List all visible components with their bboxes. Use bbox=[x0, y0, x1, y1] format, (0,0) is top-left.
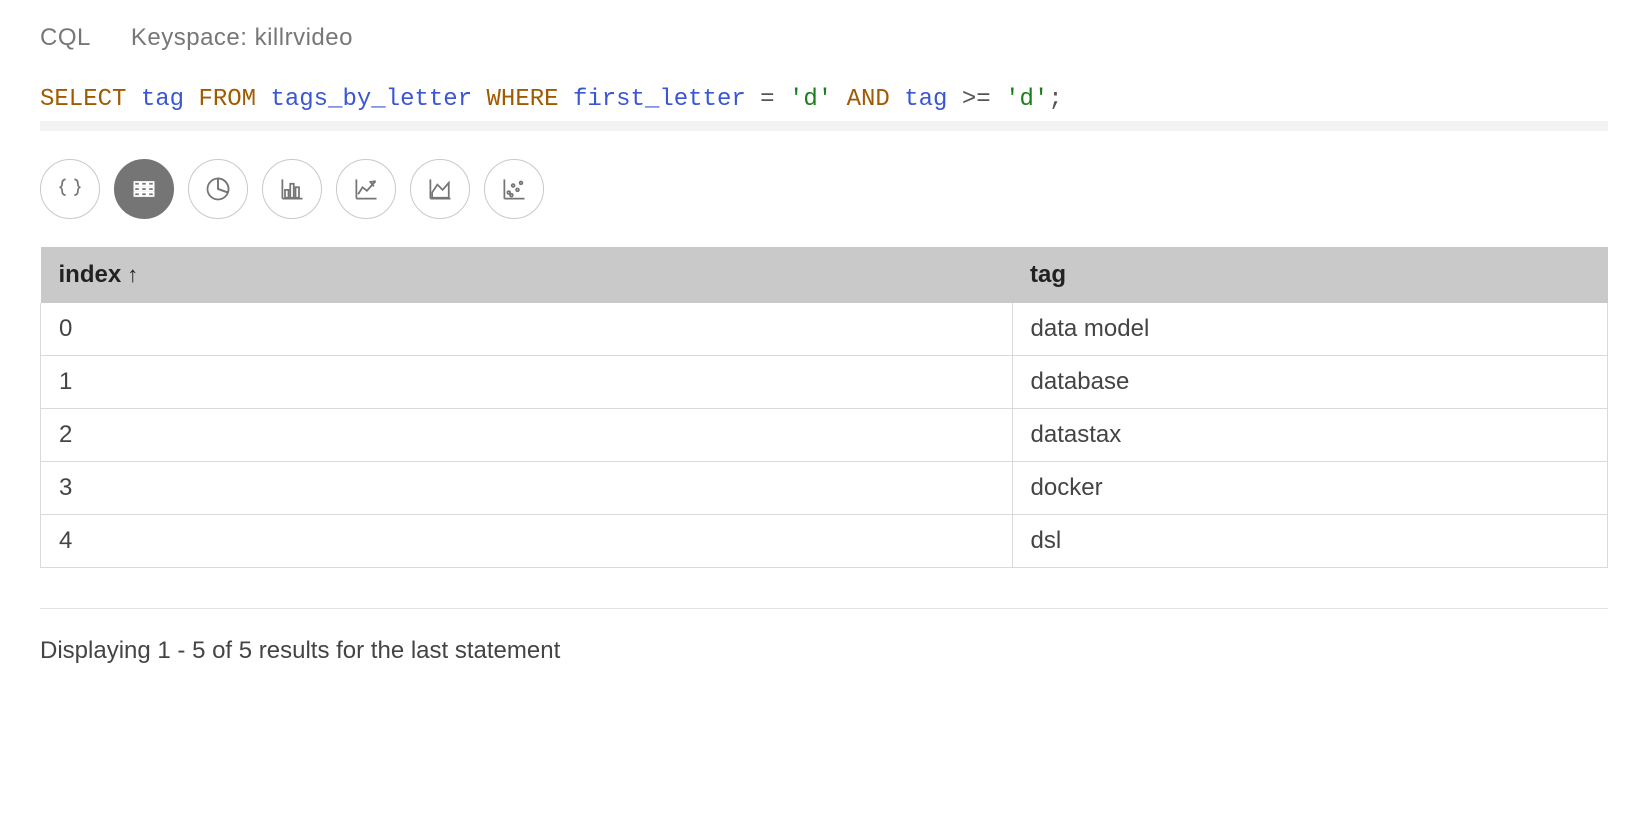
results-table: index↑ tag 0data model1database2datastax3… bbox=[40, 247, 1608, 568]
query-token bbox=[256, 86, 270, 113]
query-token bbox=[890, 86, 904, 113]
column-header-index[interactable]: index↑ bbox=[41, 247, 1013, 303]
cell-tag: docker bbox=[1012, 462, 1607, 515]
cell-tag: data model bbox=[1012, 303, 1607, 356]
query-token: AND bbox=[847, 86, 890, 113]
table-row: 1database bbox=[41, 356, 1608, 409]
table-row: 2datastax bbox=[41, 409, 1608, 462]
query-token bbox=[947, 86, 961, 113]
query-token bbox=[746, 86, 760, 113]
header-bar: CQL Keyspace: killrvideo bbox=[40, 24, 1608, 52]
cql-query[interactable]: SELECT tag FROM tags_by_letter WHERE fir… bbox=[40, 80, 1608, 131]
query-token: first_letter bbox=[573, 86, 746, 113]
cell-index: 2 bbox=[41, 409, 1013, 462]
results-status: Displaying 1 - 5 of 5 results for the la… bbox=[40, 637, 1608, 665]
scatter-chart-icon bbox=[500, 175, 528, 203]
query-token: FROM bbox=[198, 86, 256, 113]
column-label: index bbox=[59, 261, 122, 288]
cell-index: 1 bbox=[41, 356, 1013, 409]
result-view-switcher bbox=[40, 159, 1608, 219]
query-token: = bbox=[760, 86, 774, 113]
query-token bbox=[991, 86, 1005, 113]
line-chart-icon bbox=[352, 175, 380, 203]
cell-index: 0 bbox=[41, 303, 1013, 356]
query-token: tags_by_letter bbox=[270, 86, 472, 113]
query-token: tag bbox=[904, 86, 947, 113]
table-grid-icon bbox=[130, 175, 158, 203]
bar-chart-button[interactable] bbox=[262, 159, 322, 219]
pie-chart-button[interactable] bbox=[188, 159, 248, 219]
query-token bbox=[559, 86, 573, 113]
sort-arrow-icon: ↑ bbox=[127, 264, 138, 286]
json-view-button[interactable] bbox=[40, 159, 100, 219]
cell-index: 4 bbox=[41, 515, 1013, 568]
cell-tag: datastax bbox=[1012, 409, 1607, 462]
query-token: tag bbox=[141, 86, 184, 113]
line-chart-button[interactable] bbox=[336, 159, 396, 219]
query-token bbox=[775, 86, 789, 113]
braces-icon bbox=[56, 175, 84, 203]
query-token bbox=[126, 86, 140, 113]
scatter-chart-button[interactable] bbox=[484, 159, 544, 219]
keyspace-label: Keyspace: killrvideo bbox=[131, 24, 353, 52]
lang-label: CQL bbox=[40, 24, 91, 52]
query-token: ; bbox=[1048, 86, 1062, 113]
query-token bbox=[832, 86, 846, 113]
query-token: SELECT bbox=[40, 86, 126, 113]
query-token bbox=[472, 86, 486, 113]
query-token: 'd' bbox=[789, 86, 832, 113]
query-token: >= bbox=[962, 86, 991, 113]
table-row: 3docker bbox=[41, 462, 1608, 515]
cell-tag: database bbox=[1012, 356, 1607, 409]
area-chart-icon bbox=[426, 175, 454, 203]
query-token bbox=[184, 86, 198, 113]
pie-chart-icon bbox=[204, 175, 232, 203]
table-row: 0data model bbox=[41, 303, 1608, 356]
table-view-button[interactable] bbox=[114, 159, 174, 219]
table-row: 4dsl bbox=[41, 515, 1608, 568]
query-token: 'd' bbox=[1005, 86, 1048, 113]
query-token: WHERE bbox=[487, 86, 559, 113]
divider bbox=[40, 608, 1608, 609]
column-label: tag bbox=[1030, 261, 1066, 288]
cell-index: 3 bbox=[41, 462, 1013, 515]
cell-tag: dsl bbox=[1012, 515, 1607, 568]
column-header-tag[interactable]: tag bbox=[1012, 247, 1607, 303]
area-chart-button[interactable] bbox=[410, 159, 470, 219]
bar-chart-icon bbox=[278, 175, 306, 203]
